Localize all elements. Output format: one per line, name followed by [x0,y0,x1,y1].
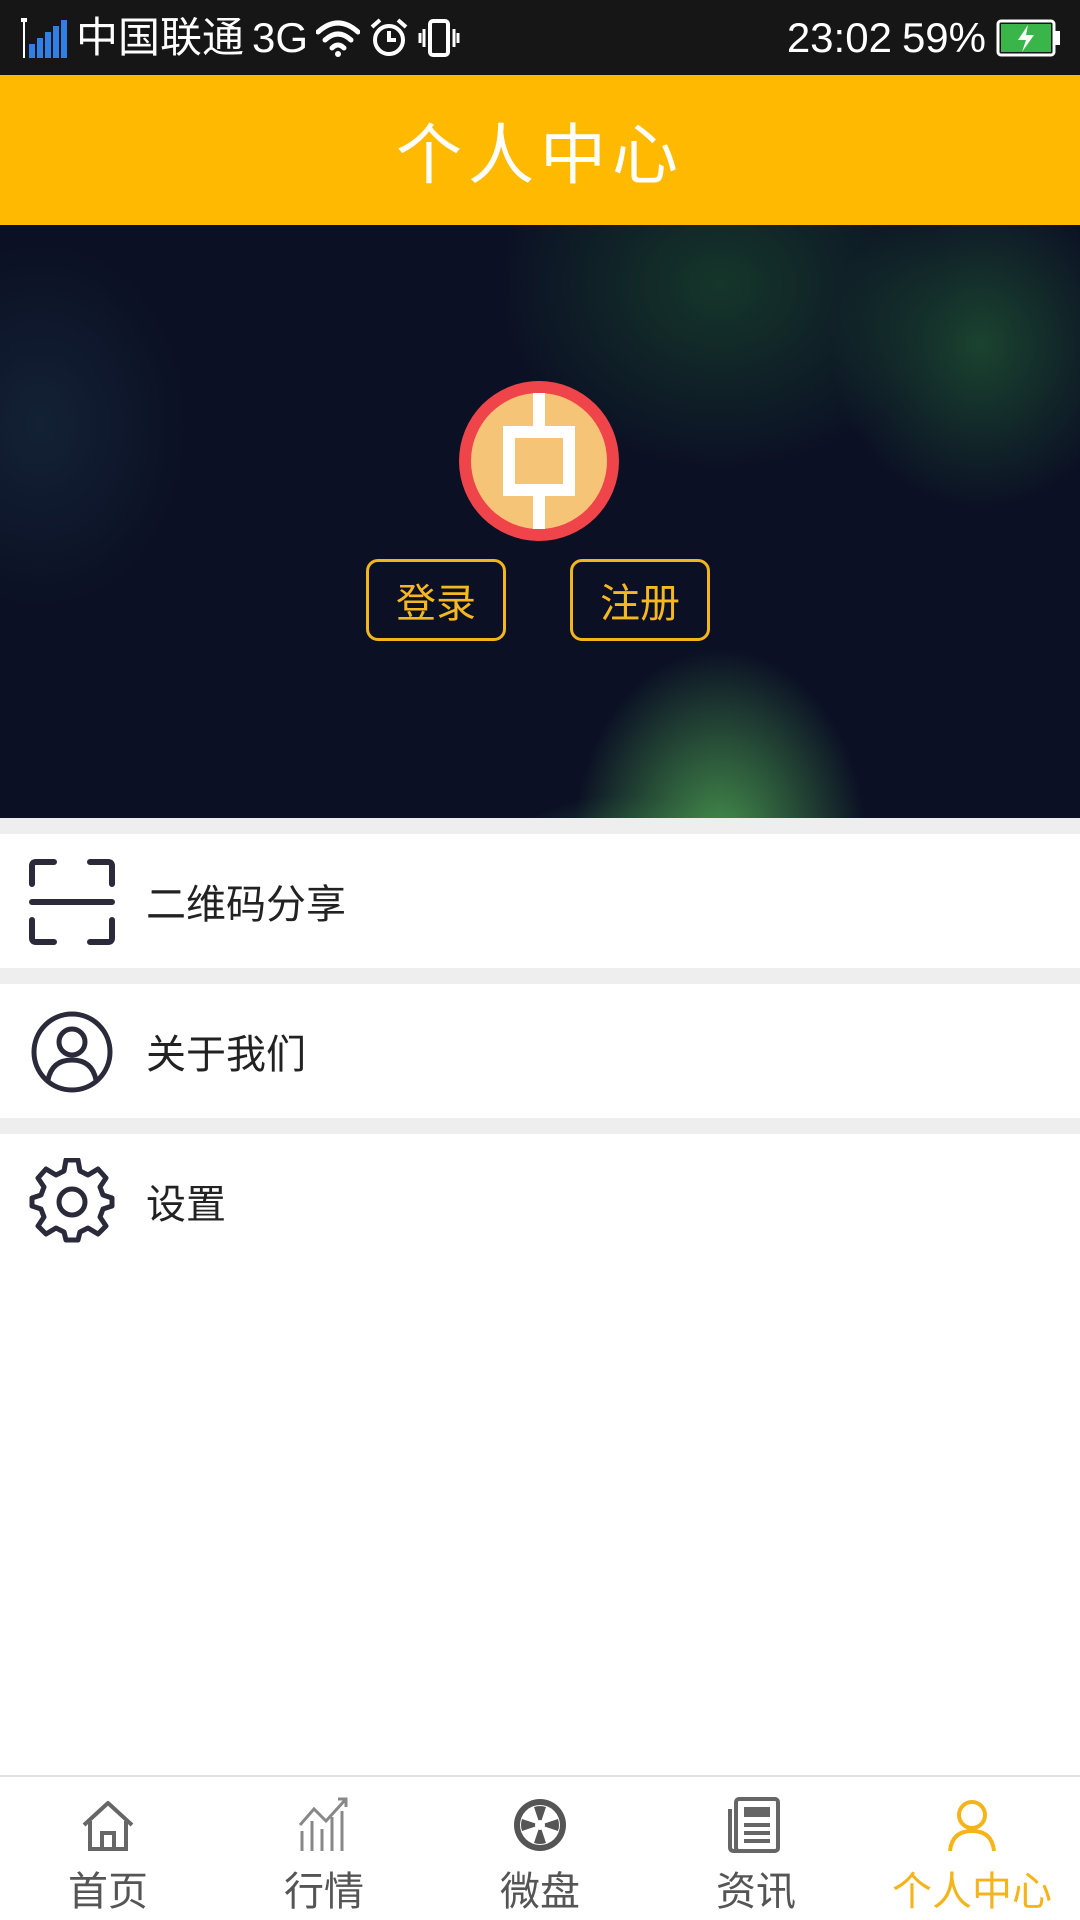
home-icon [78,1795,138,1855]
nav-home[interactable]: 首页 [0,1777,216,1920]
menu-label: 二维码分享 [146,882,346,928]
divider [0,1118,1080,1134]
battery-charging-icon [996,19,1062,57]
news-icon [726,1795,786,1855]
bottom-nav: 首页 行情 微盘 资讯 个人中心 [0,1775,1080,1920]
page-title: 个人中心 [396,117,684,194]
nav-label: 资讯 [716,1869,796,1915]
status-right: 23:02 59% [787,0,1062,75]
profile-icon [942,1795,1002,1855]
nav-label: 微盘 [500,1869,580,1915]
nav-news[interactable]: 资讯 [648,1777,864,1920]
nav-market[interactable]: 行情 [216,1777,432,1920]
divider [0,818,1080,834]
clock: 23:02 [786,13,892,61]
menu-item-about-us[interactable]: 关于我们 [0,984,1080,1118]
alarm-icon [368,17,410,59]
nav-profile[interactable]: 个人中心 [864,1777,1080,1920]
nav-label: 个人中心 [892,1869,1052,1915]
menu-label: 关于我们 [146,1032,306,1078]
status-left: 中国联通 3G [20,0,460,75]
nav-label: 首页 [68,1869,148,1915]
user-circle-icon [28,1008,116,1096]
qr-scan-icon [28,858,116,946]
title-bar: 个人中心 [0,75,1080,225]
app-logo-icon [458,380,620,542]
menu-label: 设置 [146,1182,226,1228]
carrier-name: 中国联通 [76,13,245,61]
wifi-icon [316,18,361,58]
nav-label: 行情 [284,1869,364,1915]
market-chart-icon [294,1795,354,1855]
network-type: 3G [252,13,309,61]
battery-percent: 59% [901,13,986,61]
signal-icon [20,16,68,60]
divider [0,968,1080,984]
menu-item-settings[interactable]: 设置 [0,1134,1080,1268]
menu-item-qr-share[interactable]: 二维码分享 [0,834,1080,968]
wheel-icon [510,1795,570,1855]
gear-icon [28,1157,116,1246]
login-button[interactable]: 登录 [366,559,506,641]
nav-micro-trade[interactable]: 微盘 [432,1777,648,1920]
register-button[interactable]: 注册 [570,559,710,641]
profile-hero: 登录 注册 [0,225,1080,818]
status-bar: 中国联通 3G 23:02 59% [0,0,1080,75]
vibrate-icon [418,17,460,59]
